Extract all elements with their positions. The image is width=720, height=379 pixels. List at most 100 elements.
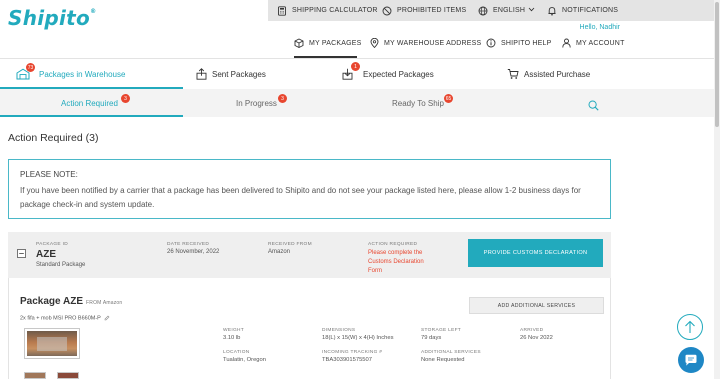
prohibited-items-link[interactable]: PROHIBITED ITEMS (382, 0, 466, 21)
box-icon (294, 38, 304, 48)
nav-my-packages-label: MY PACKAGES (309, 39, 362, 47)
package-type: Standard Package (36, 262, 86, 268)
received-from-column: RECEIVED FROM Amazon (268, 242, 312, 255)
package-photo-thumbnail-3[interactable] (57, 372, 79, 379)
date-received-value: 26 November, 2022 (167, 249, 220, 255)
arrived-field: ARRIVED 26 Nov 2022 (520, 328, 553, 341)
received-from-label: RECEIVED FROM (268, 242, 312, 247)
scroll-to-top-button[interactable] (677, 314, 703, 340)
logo-text: Shipito (8, 6, 91, 30)
date-received-column: DATE RECEIVED 26 November, 2022 (167, 242, 219, 255)
action-required-column: ACTION REQUIRED Please complete the Cust… (368, 242, 424, 276)
arrived-label: ARRIVED (520, 328, 544, 333)
arrow-up-icon (685, 320, 695, 333)
nav-my-account-label: MY ACCOUNT (576, 39, 625, 47)
subtab-label: Action Required (61, 98, 118, 108)
subtab-badge: 3 (121, 94, 130, 103)
subtab-badge: 65 (444, 94, 453, 103)
tab-label: Assisted Purchase (524, 69, 591, 79)
location-value: Tualatin, Oregon (223, 357, 266, 363)
storage-left-value: 79 days (421, 335, 442, 341)
incoming-tracking-field: INCOMING TRACKING # TBA303901575507 (322, 350, 382, 363)
edit-pencil-icon[interactable] (104, 315, 110, 321)
shipping-calculator-link[interactable]: SHIPPING CALCULATOR (277, 0, 378, 21)
active-subtab-indicator (0, 115, 183, 117)
shipito-logo[interactable]: Shipito® (8, 6, 96, 30)
warehouse-icon: 73 (16, 63, 35, 80)
calculator-icon (277, 5, 287, 16)
language-selector[interactable]: ENGLISH (478, 0, 535, 21)
expected-box-icon: 1 (342, 62, 360, 80)
package-photo-thumbnail[interactable] (24, 328, 80, 359)
prohibited-items-label: PROHIBITED ITEMS (397, 7, 467, 14)
tab-packages-in-warehouse[interactable]: 73 Packages in Warehouse (16, 59, 125, 89)
nav-warehouse-address-label: MY WAREHOUSE ADDRESS (384, 39, 482, 47)
nav-shipito-help[interactable]: SHIPITO HELP (486, 28, 552, 58)
notifications-link[interactable]: NOTIFICATIONS (547, 0, 618, 21)
language-label: ENGLISH (493, 7, 526, 14)
subtab-ready-to-ship[interactable]: Ready To Ship 65 (392, 89, 453, 117)
package-from: FROM Amazon (86, 300, 123, 306)
collapse-toggle-icon[interactable] (17, 245, 26, 263)
location-field: LOCATION Tualatin, Oregon (223, 350, 266, 363)
main-nav: MY PACKAGES (294, 28, 362, 58)
package-photo-thumbnail-2[interactable] (24, 372, 46, 379)
tab-expected-packages[interactable]: 1 Expected Packages (342, 59, 434, 89)
weight-label: WEIGHT (223, 328, 244, 333)
nav-shipito-help-label: SHIPITO HELP (501, 39, 552, 47)
tab-label: Sent Packages (212, 69, 266, 79)
package-id-value: AZE (36, 249, 56, 260)
nav-my-packages[interactable]: MY PACKAGES (294, 38, 362, 48)
page-scrollbar[interactable] (714, 0, 720, 379)
tab-sent-packages[interactable]: Sent Packages (196, 59, 266, 89)
dimensions-field: DIMENSIONS 18(L) x 15(W) x 4(H) Inches (322, 328, 394, 341)
additional-services-label: ADDITIONAL SERVICES (421, 350, 481, 355)
package-description-text: 2x fifa + mob MSI PRO B660M-P (20, 315, 101, 322)
subtab-label: In Progress (236, 98, 277, 108)
storage-left-label: STORAGE LEFT (421, 328, 462, 333)
dimensions-value: 18(L) x 15(W) x 4(H) Inches (322, 335, 394, 341)
action-line-2: Customs Declaration (368, 259, 424, 265)
sent-box-icon (196, 68, 207, 80)
provide-customs-declaration-button[interactable]: PROVIDE CUSTOMS DECLARATION (468, 239, 603, 267)
incoming-tracking-value: TBA303901575507 (322, 357, 372, 363)
received-from-value: Amazon (268, 249, 291, 255)
package-details: Package AZE FROM Amazon 2x fifa + mob MSI… (8, 278, 611, 379)
package-photo (27, 331, 77, 356)
shopping-cart-icon (507, 68, 519, 80)
action-line-3: Form (368, 268, 382, 274)
tab-badge: 73 (26, 63, 35, 72)
registered-mark: ® (90, 8, 97, 15)
incoming-tracking-label: INCOMING TRACKING # (322, 350, 383, 355)
subtab-in-progress[interactable]: In Progress 3 (236, 89, 287, 117)
date-received-label: DATE RECEIVED (167, 242, 210, 247)
subtab-action-required[interactable]: Action Required 3 (61, 89, 130, 117)
search-icon[interactable] (588, 98, 599, 116)
nav-warehouse-address[interactable]: MY WAREHOUSE ADDRESS (370, 28, 481, 58)
subtab-badge: 3 (278, 94, 287, 103)
action-required-text: Please complete the Customs Declaration … (368, 249, 424, 276)
prohibited-icon (382, 6, 392, 16)
package-title-text: Package AZE (20, 296, 83, 307)
add-additional-services-button[interactable]: ADD ADDITIONAL SERVICES (469, 297, 604, 314)
package-header: PACKAGE ID AZE Standard Package DATE REC… (8, 232, 611, 278)
tab-label: Packages in Warehouse (39, 69, 126, 79)
package-tabs: 73 Packages in Warehouse Sent Packages 1… (0, 59, 714, 89)
package-id-label: PACKAGE ID (36, 242, 68, 247)
chat-button[interactable] (678, 347, 704, 373)
notice-box: PLEASE NOTE: If you have been notified b… (8, 159, 611, 219)
tab-assisted-purchase[interactable]: Assisted Purchase (507, 59, 590, 89)
info-icon (486, 38, 496, 48)
dimensions-label: DIMENSIONS (322, 328, 356, 333)
arrived-value: 26 Nov 2022 (520, 335, 553, 341)
nav-my-account[interactable]: MY ACCOUNT (562, 28, 625, 58)
package-title: Package AZE FROM Amazon (20, 296, 122, 307)
weight-field: WEIGHT 3.10 lb (223, 328, 244, 341)
subtab-label: Ready To Ship (392, 98, 444, 108)
tab-badge: 1 (351, 62, 360, 71)
package-description: 2x fifa + mob MSI PRO B660M-P (20, 315, 110, 321)
scrollbar-thumb[interactable] (715, 2, 719, 127)
weight-value: 3.10 lb (223, 335, 241, 341)
tab-label: Expected Packages (363, 69, 434, 79)
user-icon (562, 38, 571, 48)
